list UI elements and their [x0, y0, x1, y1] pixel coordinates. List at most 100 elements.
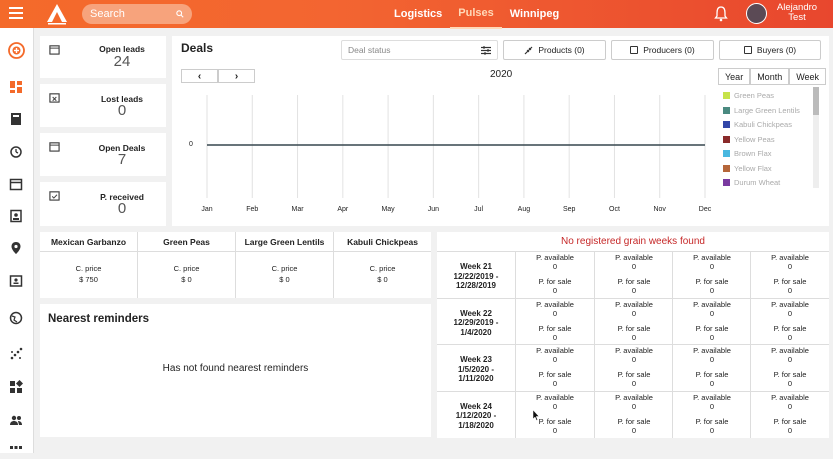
calendar-icon[interactable]: [9, 177, 23, 191]
buyers-label: Buyers (0): [756, 45, 797, 55]
price-value: $ 0: [181, 275, 192, 284]
kpi-value: 7: [117, 151, 127, 168]
legend-scrollbar[interactable]: [813, 87, 819, 188]
scroll-thumb[interactable]: [813, 87, 819, 115]
nav-pulses[interactable]: Pulses: [450, 0, 502, 29]
for-sale-label: P. for sale: [538, 370, 572, 379]
book-icon[interactable]: [9, 112, 23, 126]
add-circle-icon[interactable]: [8, 42, 25, 59]
price-label: C. price: [75, 264, 102, 273]
search-input[interactable]: [90, 8, 170, 20]
kpi-p-received[interactable]: P. received 0: [40, 182, 166, 226]
user-name[interactable]: Alejandro Test: [773, 3, 821, 23]
x-tick-label: Jun: [427, 206, 439, 213]
user-last-name: Test: [788, 12, 806, 23]
legend-swatch: [723, 106, 730, 114]
alarm-icon[interactable]: [9, 144, 23, 158]
for-sale-label: P. for sale: [695, 277, 729, 286]
contact-icon: [743, 46, 752, 54]
wheat-icon: [524, 46, 533, 54]
available-label: P. available: [771, 253, 809, 262]
available-value: 0: [787, 308, 793, 318]
people-icon[interactable]: [9, 413, 23, 427]
available-label: P. available: [536, 253, 574, 262]
legend-item[interactable]: Yellow Flax: [723, 164, 772, 173]
legend-swatch: [723, 179, 730, 186]
dots-icon[interactable]: [9, 347, 23, 361]
filter-icon[interactable]: [481, 45, 491, 55]
x-tick-label: Mar: [291, 206, 304, 213]
id-card-icon[interactable]: [9, 274, 23, 288]
producers-button[interactable]: Producers (0): [611, 40, 714, 60]
for-sale-value: 0: [787, 425, 793, 435]
legend-item[interactable]: Durum Wheat: [723, 178, 780, 187]
legend-label: Brown Flax: [734, 149, 772, 158]
for-sale-value: 0: [631, 379, 637, 388]
producers-label: Producers (0): [643, 45, 695, 55]
x-tick-label: Jan: [201, 206, 213, 213]
grain-not-found: No registered grain weeks found: [561, 236, 705, 247]
sidebar: [0, 28, 34, 453]
view-year-button[interactable]: Year: [718, 68, 751, 85]
menu-icon[interactable]: [9, 7, 23, 19]
kpi-value: 0: [117, 200, 127, 217]
legend-label: Yellow Flax: [734, 163, 772, 173]
legend-item[interactable]: Yellow Peas: [723, 135, 775, 144]
nav-winnipeg[interactable]: Winnipeg: [502, 0, 567, 28]
location-icon[interactable]: [9, 241, 23, 255]
price-value: $ 0: [279, 275, 290, 284]
products-button[interactable]: Products (0): [503, 40, 606, 60]
grid-icon[interactable]: [9, 445, 23, 459]
for-sale-label: P. for sale: [773, 323, 807, 333]
for-sale-value: 0: [631, 286, 637, 295]
calendar-check-icon: [49, 191, 60, 201]
avatar[interactable]: [746, 3, 767, 24]
legend-swatch: [723, 121, 730, 128]
view-week-button[interactable]: Week: [789, 68, 827, 85]
deal-status-select[interactable]: Deal status: [341, 40, 498, 60]
week-dates: 12/29/2019 -: [453, 318, 499, 327]
view-month-button[interactable]: Month: [750, 68, 790, 85]
prev-button[interactable]: ‹: [181, 69, 218, 83]
available-label: P. available: [536, 299, 574, 309]
calendar-icon: [49, 142, 60, 152]
price-label: C. price: [271, 264, 298, 273]
nav-logistics[interactable]: Logistics: [386, 0, 450, 28]
for-sale-label: P. for sale: [695, 416, 729, 426]
available-value: 0: [709, 262, 715, 271]
legend-item[interactable]: Kabuli Chickpeas: [723, 120, 792, 129]
available-label: P. available: [771, 346, 809, 355]
for-sale-value: 0: [631, 425, 637, 435]
available-label: P. available: [536, 392, 574, 402]
legend-item[interactable]: Large Green Lentils: [723, 106, 800, 115]
legend-item[interactable]: Brown Flax: [723, 149, 772, 158]
search-box[interactable]: [82, 4, 192, 24]
y-tick-label: 0: [189, 141, 193, 148]
x-tick-label: Nov: [653, 206, 666, 213]
for-sale-label: P. for sale: [773, 370, 807, 379]
bell-icon[interactable]: [714, 6, 728, 22]
contacts-icon[interactable]: [9, 209, 23, 223]
available-label: P. available: [615, 346, 653, 355]
legend-item[interactable]: Green Peas: [723, 91, 774, 100]
buyers-button[interactable]: Buyers (0): [719, 40, 821, 60]
price-label: C. price: [173, 264, 200, 273]
kpi-open-leads[interactable]: Open leads 24: [40, 36, 166, 78]
available-value: 0: [787, 262, 793, 271]
search-icon[interactable]: [176, 9, 184, 19]
legend-label: Yellow Peas: [734, 134, 775, 144]
kpi-lost-leads[interactable]: Lost leads 0: [40, 84, 166, 127]
app-logo: [47, 4, 67, 25]
available-value: 0: [709, 355, 715, 364]
kpi-open-deals[interactable]: Open Deals 7: [40, 133, 166, 176]
deal-status-placeholder: Deal status: [348, 45, 391, 55]
available-value: 0: [631, 308, 637, 318]
legend-label: Kabuli Chickpeas: [734, 120, 792, 129]
dashboard-icon[interactable]: [9, 80, 23, 94]
available-label: P. available: [615, 299, 653, 309]
widgets-icon[interactable]: [9, 380, 23, 394]
week-label: Week 21: [460, 262, 492, 271]
for-sale-label: P. for sale: [538, 277, 572, 286]
next-button[interactable]: ›: [218, 69, 255, 83]
globe-icon[interactable]: [9, 311, 23, 325]
